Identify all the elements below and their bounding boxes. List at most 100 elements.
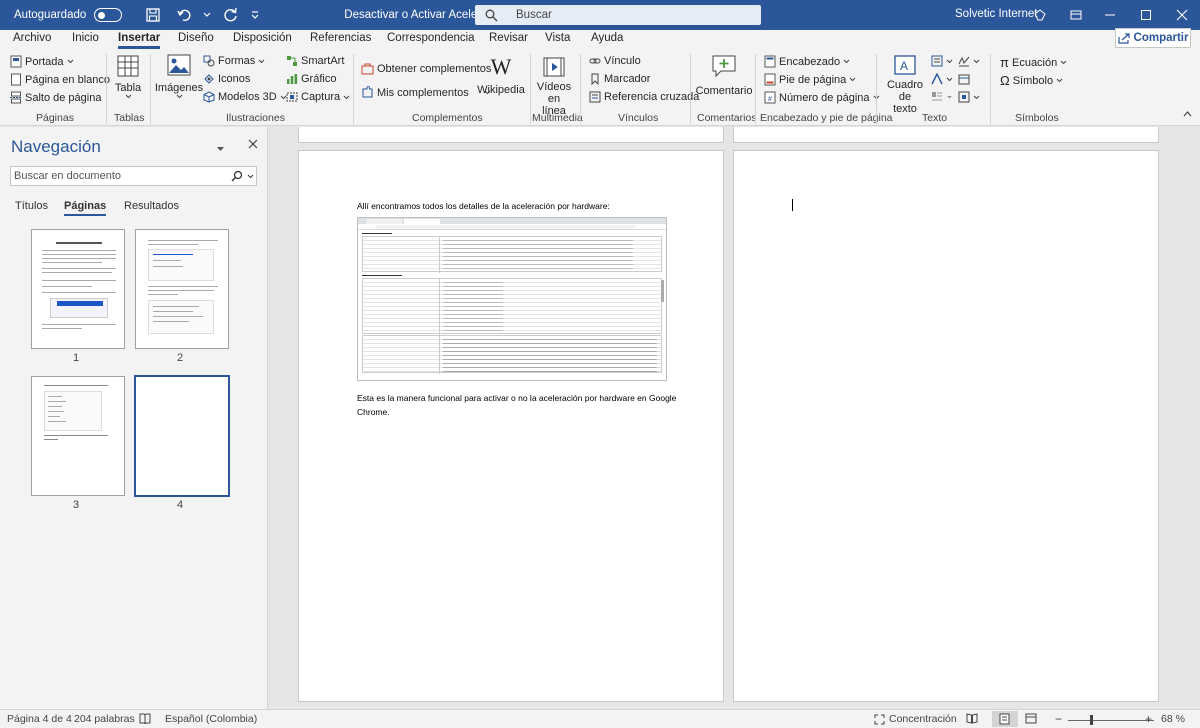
signature-line-button[interactable] [958, 55, 980, 67]
autosave-toggle[interactable] [94, 8, 123, 22]
paragraph-2-line-1[interactable]: Esta es la manera funcional para activar… [357, 391, 676, 405]
zoom-slider-thumb[interactable] [1090, 715, 1093, 725]
collapse-ribbon-button[interactable] [1183, 111, 1192, 117]
marcador-button[interactable]: Marcador [589, 73, 650, 85]
tab-insertar[interactable]: Insertar [118, 32, 161, 49]
ribbon-separator [755, 54, 756, 124]
tab-revisar[interactable]: Revisar [489, 32, 528, 44]
print-layout-icon[interactable] [992, 711, 1018, 727]
portada-label: Portada [25, 55, 64, 68]
paragraph-2-line-2[interactable]: Chrome. [357, 405, 390, 419]
pagina-blanco-button[interactable]: Página en blanco [10, 73, 110, 86]
tab-vista[interactable]: Vista [545, 32, 570, 44]
search-box[interactable]: Buscar [475, 5, 761, 25]
page-thumbnail-3[interactable] [31, 376, 125, 496]
chevron-down-icon[interactable] [247, 174, 254, 179]
tab-correspondencia[interactable]: Correspondencia [387, 32, 475, 44]
read-mode-icon[interactable] [966, 713, 978, 727]
numero-de-pagina-button[interactable]: # Número de página [764, 91, 880, 104]
premium-icon[interactable] [1030, 5, 1050, 25]
formas-button[interactable]: Formas [203, 55, 265, 67]
iconos-button[interactable]: Iconos [203, 73, 250, 85]
nav-tab-paginas[interactable]: Páginas [64, 200, 107, 216]
page-thumbnail-1[interactable] [31, 229, 125, 349]
search-icon[interactable] [231, 170, 243, 182]
chevron-down-icon [849, 77, 856, 82]
user-name[interactable]: Solvetic Internet [955, 8, 1037, 20]
tab-referencias[interactable]: Referencias [310, 32, 371, 44]
salto-pagina-button[interactable]: Salto de página [10, 91, 101, 104]
date-time-button[interactable] [958, 73, 970, 85]
imagenes-button[interactable]: Imágenes [155, 54, 203, 99]
paragraph-1[interactable]: Allí encontramos todos los detalles de l… [357, 199, 610, 213]
maximize-button[interactable] [1136, 5, 1156, 25]
page-count[interactable]: Página 4 de 4 [7, 713, 72, 725]
tab-disposicion[interactable]: Disposición [233, 32, 292, 44]
captura-button[interactable]: Captura [286, 91, 350, 103]
tabla-button[interactable]: Tabla [113, 54, 143, 99]
save-icon[interactable] [142, 4, 164, 26]
tab-ayuda[interactable]: Ayuda [591, 32, 623, 44]
ecuacion-button[interactable]: π Ecuación [1000, 55, 1067, 70]
text-cursor [792, 199, 793, 211]
focus-icon[interactable] [874, 714, 885, 728]
comentario-button[interactable]: Comentario [696, 54, 752, 97]
focus-label[interactable]: Concentración [889, 713, 957, 725]
page-3[interactable]: Allí encontramos todos los detalles de l… [298, 150, 724, 702]
web-layout-icon[interactable] [1025, 713, 1037, 727]
redo-icon[interactable] [220, 4, 242, 26]
tab-inicio[interactable]: Inicio [72, 32, 99, 44]
mis-complementos-button[interactable]: Mis complementos [361, 86, 491, 99]
portada-button[interactable]: Portada [10, 55, 74, 68]
embedded-screenshot[interactable] [357, 217, 667, 381]
nav-search-input[interactable]: Buscar en documento [10, 166, 257, 186]
close-button[interactable] [1172, 5, 1192, 25]
zoom-slider-track[interactable] [1068, 720, 1154, 721]
page-number-2: 2 [176, 352, 184, 364]
object-button[interactable] [958, 91, 980, 103]
undo-dropdown-icon[interactable] [196, 4, 218, 26]
wikipedia-button[interactable]: W Wikipedia [477, 56, 525, 97]
ribbon-display-options-icon[interactable] [1066, 5, 1086, 25]
wordart-button[interactable] [931, 73, 953, 85]
nav-tab-resultados[interactable]: Resultados [124, 200, 179, 212]
customize-toolbar-icon[interactable] [244, 4, 266, 26]
minimize-button[interactable] [1100, 5, 1120, 25]
word-count[interactable]: 204 palabras [74, 713, 135, 725]
vinculo-button[interactable]: Vínculo [589, 55, 641, 67]
drop-cap-button[interactable] [931, 91, 953, 103]
video-icon [543, 57, 565, 77]
tab-diseno[interactable]: Diseño [178, 32, 214, 44]
zoom-in-icon[interactable]: + [1145, 712, 1152, 726]
referencia-cruzada-button[interactable]: Referencia cruzada [589, 91, 699, 103]
undo-icon[interactable] [174, 4, 196, 26]
pane-options-icon[interactable] [216, 141, 225, 155]
page-thumbnail-4[interactable] [134, 375, 230, 497]
language[interactable]: Español (Colombia) [165, 713, 257, 725]
smartart-button[interactable]: SmartArt [286, 55, 344, 67]
modelos-3d-button[interactable]: Modelos 3D [203, 91, 287, 103]
close-pane-icon[interactable] [248, 138, 258, 152]
salto-label: Salto de página [25, 91, 102, 104]
share-button[interactable]: Compartir [1115, 28, 1191, 48]
page-thumbnail-2[interactable] [135, 229, 229, 349]
grafico-button[interactable]: Gráfico [286, 73, 336, 85]
quick-parts-button[interactable] [931, 55, 953, 67]
shapes-icon [203, 55, 215, 67]
pie-de-pagina-button[interactable]: Pie de página [764, 73, 856, 86]
zoom-level[interactable]: 68 % [1161, 713, 1185, 725]
nav-tab-titulos[interactable]: Títulos [15, 200, 48, 212]
encabezado-button[interactable]: Encabezado [764, 55, 850, 68]
search-placeholder: Buscar [516, 9, 552, 21]
tab-archivo[interactable]: Archivo [13, 32, 51, 44]
object-icon [958, 91, 970, 103]
status-bar: Página 4 de 4 204 palabras Español (Colo… [0, 709, 1200, 728]
page-4[interactable] [733, 150, 1159, 702]
videos-en-linea-button[interactable]: Vídeos en línea [535, 56, 573, 117]
simbolo-button[interactable]: Ω Símbolo [1000, 73, 1063, 88]
zoom-out-icon[interactable]: − [1055, 712, 1062, 726]
proofing-icon[interactable] [139, 713, 151, 727]
obtener-complementos-button[interactable]: Obtener complementos [361, 62, 491, 75]
navigation-pane: Navegación Buscar en documento Títulos P… [0, 127, 268, 709]
cuadro-de-texto-button[interactable]: A Cuadro de texto [882, 54, 928, 115]
